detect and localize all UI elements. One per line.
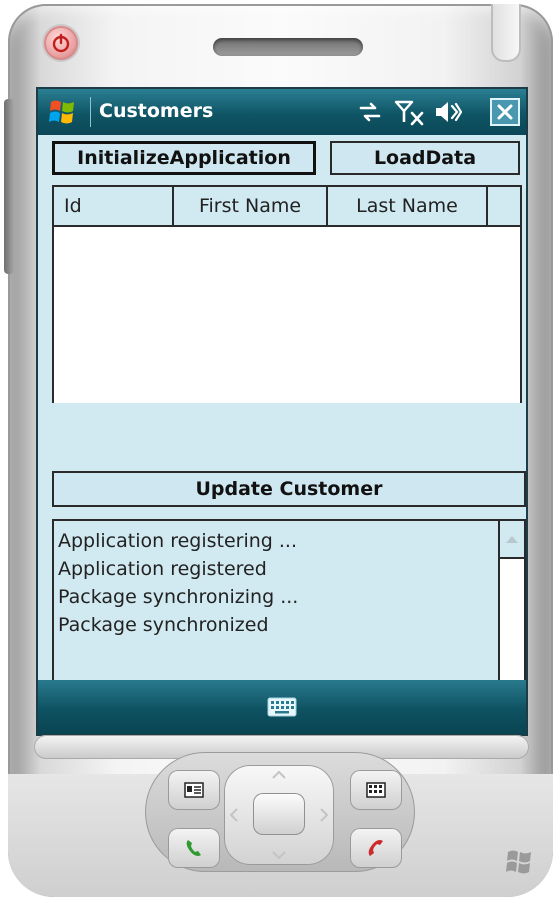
end-call-button[interactable]	[350, 828, 402, 868]
volume-icon[interactable]	[434, 99, 462, 125]
customer-grid[interactable]: Id First Name Last Name	[52, 185, 522, 403]
calendar-grid-icon	[366, 782, 386, 798]
screen: Customers InitializeApplication LoadData…	[36, 87, 528, 736]
chevron-left-icon	[230, 808, 238, 822]
column-header-first-name[interactable]: First Name	[174, 187, 328, 225]
call-button[interactable]	[168, 828, 220, 868]
power-icon	[52, 33, 70, 53]
chevron-right-icon	[320, 808, 328, 822]
connectivity-icon[interactable]	[357, 99, 383, 125]
log-lines: Application registering ... Application …	[58, 527, 298, 639]
update-customer-button[interactable]: Update Customer	[52, 471, 526, 507]
power-button[interactable]	[44, 26, 78, 60]
menu-bar	[38, 680, 526, 734]
close-icon	[497, 104, 513, 120]
keyboard-icon[interactable]	[267, 696, 297, 718]
left-softkey-button[interactable]	[168, 770, 220, 810]
chevron-up-icon	[506, 536, 518, 543]
column-header-id[interactable]: Id	[54, 187, 174, 225]
scroll-up-button[interactable]	[500, 521, 524, 559]
grid-header: Id First Name Last Name	[54, 187, 520, 227]
column-header-filler	[488, 187, 520, 225]
column-header-last-name[interactable]: Last Name	[328, 187, 488, 225]
right-softkey-button[interactable]	[350, 770, 402, 810]
start-menu-icon[interactable]	[48, 98, 78, 126]
side-button[interactable]	[4, 99, 14, 274]
phone-hangup-icon	[368, 840, 383, 856]
log-line: Application registered	[58, 558, 267, 580]
initialize-application-button[interactable]: InitializeApplication	[52, 141, 316, 175]
action-button[interactable]	[253, 793, 305, 835]
speaker-grille	[213, 38, 363, 56]
log-line: Package synchronizing ...	[58, 586, 299, 608]
grid-body[interactable]	[54, 227, 520, 403]
log-line: Package synchronized	[58, 614, 269, 636]
load-data-button[interactable]: LoadData	[330, 141, 520, 175]
stylus-slot	[491, 4, 521, 62]
signal-off-icon[interactable]	[394, 99, 426, 127]
phone-call-icon	[186, 840, 201, 856]
chevron-down-icon	[272, 851, 286, 859]
log-line: Application registering ...	[58, 530, 298, 552]
title-separator	[90, 97, 91, 127]
window-title: Customers	[99, 100, 214, 122]
title-bar: Customers	[38, 89, 526, 135]
form-content: InitializeApplication LoadData Id First …	[38, 135, 526, 725]
close-button[interactable]	[490, 98, 520, 126]
windows-logo-icon	[506, 850, 531, 874]
contact-card-icon	[184, 782, 204, 798]
chevron-up-icon	[272, 771, 286, 779]
